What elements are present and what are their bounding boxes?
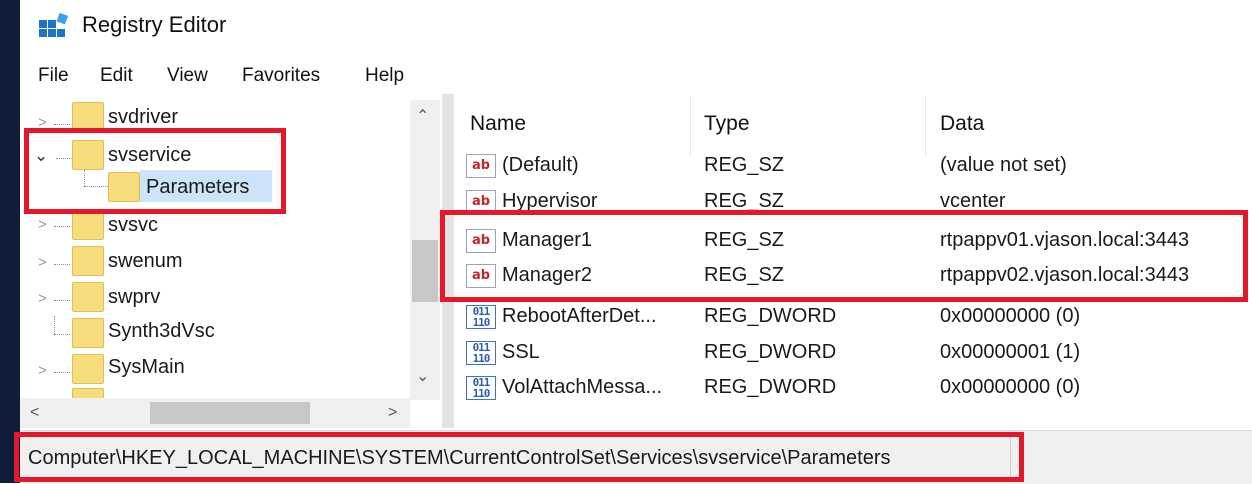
tree-item-label: swenum [108, 250, 183, 272]
string-value-icon: ab [466, 264, 496, 288]
title-bar: Registry Editor [20, 0, 1252, 56]
string-value-icon: ab [466, 190, 496, 214]
column-divider[interactable] [690, 96, 691, 156]
value-data: 0x00000000 (0) [940, 305, 1081, 327]
folder-icon [72, 246, 104, 276]
menu-favorites[interactable]: Favorites [242, 65, 320, 87]
tree-item-label: Synth3dVsc [108, 320, 215, 342]
menu-file[interactable]: File [38, 65, 69, 87]
tree-connector [54, 316, 56, 334]
folder-icon [72, 354, 104, 384]
value-data: (value not set) [940, 154, 1067, 176]
value-name: Hypervisor [502, 190, 598, 212]
column-divider[interactable] [925, 96, 926, 156]
tree-item-label: Parameters [146, 176, 250, 198]
folder-icon [72, 102, 104, 132]
folder-icon [72, 140, 104, 170]
dword-value-icon: 011 110 [466, 305, 496, 329]
value-name: VolAttachMessa... [502, 376, 663, 398]
scroll-right-icon[interactable]: > [388, 404, 397, 422]
value-type: REG_SZ [704, 190, 785, 212]
folder-icon [72, 318, 104, 348]
folder-icon [72, 210, 104, 240]
chevron-right-icon[interactable]: > [38, 362, 47, 379]
status-bar: Computer\HKEY_LOCAL_MACHINE\SYSTEM\Curre… [20, 430, 1252, 484]
tree-connector [84, 170, 86, 186]
registry-editor-icon [39, 12, 68, 37]
string-value-icon: ab [466, 154, 496, 178]
status-bar-divider [1010, 432, 1011, 478]
scroll-up-icon[interactable]: ⌃ [416, 106, 429, 126]
value-data: rtpappv01.vjason.local:3443 [940, 229, 1190, 251]
scrollbar-thumb[interactable] [412, 240, 438, 302]
folder-icon [72, 282, 104, 312]
menu-bar: File Edit View Favorites Help [20, 56, 1252, 92]
value-data: 0x00000000 (0) [940, 376, 1081, 398]
value-name: Manager1 [502, 229, 593, 251]
string-value-icon: ab [466, 229, 496, 253]
registry-path: Computer\HKEY_LOCAL_MACHINE\SYSTEM\Curre… [28, 447, 891, 469]
pane-splitter[interactable] [442, 94, 454, 428]
chevron-down-icon[interactable]: ⌄ [34, 146, 48, 166]
value-data: vcenter [940, 190, 1006, 212]
column-header-name[interactable]: Name [470, 112, 526, 136]
value-type: REG_SZ [704, 264, 785, 286]
chevron-right-icon[interactable]: > [38, 114, 47, 131]
tree-connector [54, 226, 70, 227]
tree-connector [54, 372, 70, 373]
scroll-left-icon[interactable]: < [30, 404, 39, 422]
window-left-edge [0, 0, 20, 483]
value-type: REG_DWORD [704, 376, 837, 398]
tree-connector [54, 300, 70, 301]
menu-help[interactable]: Help [365, 65, 404, 87]
tree-connector [84, 186, 108, 187]
value-data: 0x00000001 (1) [940, 341, 1081, 363]
tree-connector [54, 334, 70, 335]
tree-item-label: SysMain [108, 356, 185, 378]
value-name: SSL [502, 341, 540, 363]
menu-view[interactable]: View [167, 65, 208, 87]
menu-edit[interactable]: Edit [100, 65, 133, 87]
scrollbar-thumb[interactable] [150, 402, 310, 424]
folder-open-icon [108, 172, 140, 202]
value-name: RebootAfterDet... [502, 305, 657, 327]
tree-horizontal-scrollbar[interactable] [20, 398, 410, 428]
column-header-type[interactable]: Type [704, 112, 750, 136]
value-name: Manager2 [502, 264, 593, 286]
window-title: Registry Editor [82, 12, 227, 37]
tree-connector [56, 158, 72, 159]
tree-item-label: swprv [108, 286, 161, 308]
tree-vertical-scrollbar[interactable] [410, 100, 440, 400]
dword-value-icon: 011 110 [466, 341, 496, 365]
value-type: REG_DWORD [704, 341, 837, 363]
tree-connector [54, 264, 70, 265]
value-type: REG_SZ [704, 154, 785, 176]
value-name: (Default) [502, 154, 579, 176]
tree-item-label: svservice [108, 144, 192, 166]
value-type: REG_DWORD [704, 305, 837, 327]
dword-value-icon: 011 110 [466, 376, 496, 400]
scroll-down-icon[interactable]: ⌄ [416, 366, 429, 386]
value-data: rtpappv02.vjason.local:3443 [940, 264, 1190, 286]
chevron-right-icon[interactable]: > [38, 216, 47, 233]
chevron-right-icon[interactable]: > [38, 254, 47, 271]
chevron-right-icon[interactable]: > [38, 290, 47, 307]
tree-item-label: svsvc [108, 214, 158, 236]
column-header-data[interactable]: Data [940, 112, 984, 136]
value-type: REG_SZ [704, 229, 785, 251]
tree-connector [54, 124, 70, 125]
tree-item-label: svdriver [108, 106, 179, 128]
